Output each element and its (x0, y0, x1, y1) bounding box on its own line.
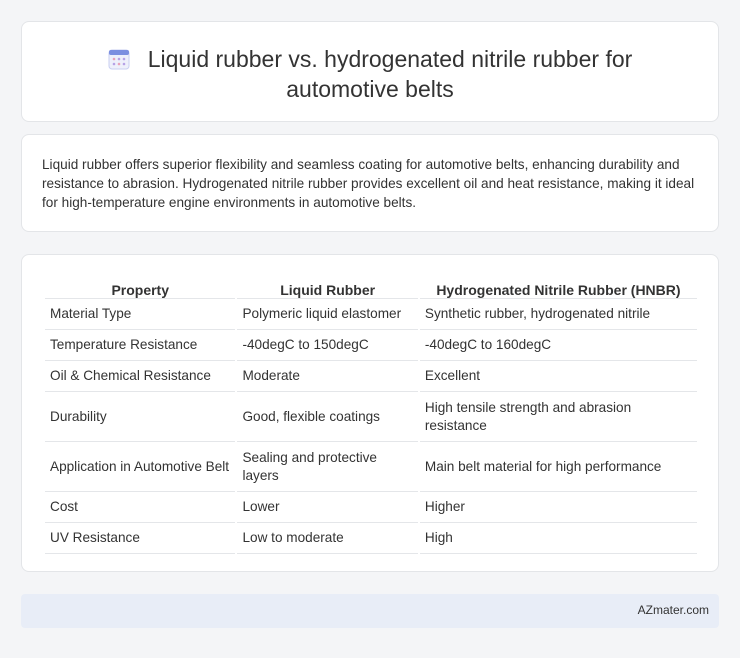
column-header-property: Property (45, 275, 236, 299)
title-card: Liquid rubber vs. hydrogenated nitrile r… (21, 21, 719, 122)
title-line-2: automotive belts (286, 76, 454, 102)
table-row: Durability Good, flexible coatings High … (45, 392, 697, 442)
property-cell: Cost (45, 492, 236, 523)
hnbr-cell: Higher (419, 492, 697, 523)
column-header-liquid-rubber: Liquid Rubber (237, 275, 418, 299)
table-row: Temperature Resistance -40degC to 150deg… (45, 330, 697, 361)
property-cell: Temperature Resistance (45, 330, 236, 361)
property-cell: Application in Automotive Belt (45, 442, 236, 492)
liquid-rubber-cell: Lower (237, 492, 418, 523)
calendar-icon (108, 49, 130, 70)
hnbr-cell: -40degC to 160degC (419, 330, 697, 361)
liquid-rubber-cell: Moderate (237, 361, 418, 392)
footer-brand: AZmater.com (637, 603, 709, 617)
column-header-hnbr: Hydrogenated Nitrile Rubber (HNBR) (419, 275, 697, 299)
comparison-table: Property Liquid Rubber Hydrogenated Nitr… (43, 275, 699, 554)
liquid-rubber-cell: -40degC to 150degC (237, 330, 418, 361)
hnbr-cell: High tensile strength and abrasion resis… (419, 392, 697, 442)
property-cell: Material Type (45, 299, 236, 330)
table-header-row: Property Liquid Rubber Hydrogenated Nitr… (45, 275, 697, 299)
comparison-card: Property Liquid Rubber Hydrogenated Nitr… (21, 254, 719, 572)
hnbr-cell: Synthetic rubber, hydrogenated nitrile (419, 299, 697, 330)
title-line-1: Liquid rubber vs. hydrogenated nitrile r… (147, 46, 633, 72)
liquid-rubber-cell: Good, flexible coatings (237, 392, 418, 442)
intro-paragraph: Liquid rubber offers superior flexibilit… (42, 157, 695, 210)
hnbr-cell: Main belt material for high performance (419, 442, 697, 492)
table-row: Application in Automotive Belt Sealing a… (45, 442, 697, 492)
footer-bar: AZmater.com (21, 594, 719, 628)
liquid-rubber-cell: Low to moderate (237, 523, 418, 554)
table-row: Oil & Chemical Resistance Moderate Excel… (45, 361, 697, 392)
property-cell: Oil & Chemical Resistance (45, 361, 236, 392)
property-cell: Durability (45, 392, 236, 442)
table-row: Cost Lower Higher (45, 492, 697, 523)
hnbr-cell: Excellent (419, 361, 697, 392)
hnbr-cell: High (419, 523, 697, 554)
intro-card: Liquid rubber offers superior flexibilit… (21, 134, 719, 232)
liquid-rubber-cell: Polymeric liquid elastomer (237, 299, 418, 330)
table-row: Material Type Polymeric liquid elastomer… (45, 299, 697, 330)
table-row: UV Resistance Low to moderate High (45, 523, 697, 554)
property-cell: UV Resistance (45, 523, 236, 554)
liquid-rubber-cell: Sealing and protective layers (237, 442, 418, 492)
page-title: Liquid rubber vs. hydrogenated nitrile r… (22, 44, 718, 104)
